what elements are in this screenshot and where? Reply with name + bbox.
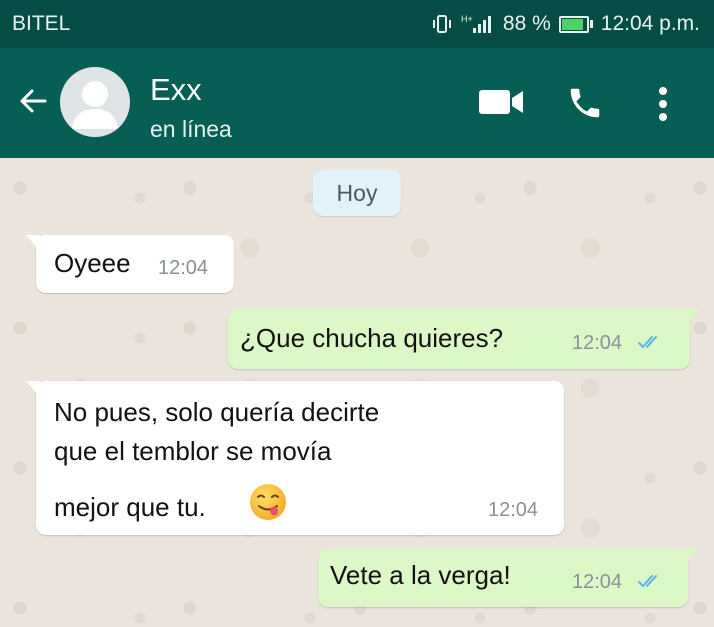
voice-call-button[interactable] bbox=[564, 82, 606, 124]
bubble-tail bbox=[684, 549, 698, 565]
message-text: Vete a la verga! bbox=[330, 560, 511, 590]
message-time: 12:04 bbox=[488, 499, 539, 521]
message-bubble-incoming[interactable]: Oyeee 12:04 bbox=[26, 235, 234, 293]
chat-header: Exx en línea bbox=[0, 48, 714, 158]
message-time: 12:04 bbox=[572, 571, 623, 593]
more-options-icon bbox=[659, 87, 667, 121]
message-text: No pues, solo quería decirte bbox=[54, 397, 380, 427]
message-bubble-incoming[interactable]: No pues, solo quería decirte que el temb… bbox=[26, 381, 564, 535]
message-time: 12:04 bbox=[572, 332, 623, 354]
status-indicators: H+ 88 % 12:04 p.m. bbox=[431, 12, 700, 36]
read-ticks-icon bbox=[638, 575, 657, 587]
video-call-button[interactable] bbox=[478, 84, 526, 120]
message-text: Oyeee bbox=[54, 248, 131, 278]
signal-icon: H+ bbox=[461, 13, 495, 35]
read-ticks-icon bbox=[638, 336, 657, 348]
back-arrow-icon[interactable] bbox=[18, 86, 48, 116]
message-bubble-outgoing[interactable]: ¿Que chucha quieres? 12:04 bbox=[228, 309, 700, 369]
more-options-button[interactable] bbox=[648, 84, 678, 124]
message-text: ¿Que chucha quieres? bbox=[240, 323, 504, 353]
message-text: mejor que tu. bbox=[54, 492, 206, 522]
contact-status: en línea bbox=[150, 116, 232, 142]
bubble-tail bbox=[26, 381, 40, 397]
savoring-face-emoji-icon bbox=[250, 484, 286, 520]
battery-icon bbox=[558, 15, 593, 33]
conversation[interactable]: Hoy Oyeee 12:04 ¿Que chucha quieres? 12:… bbox=[0, 158, 714, 627]
phone-call-icon bbox=[570, 88, 600, 118]
carrier-name: BITEL bbox=[12, 12, 71, 35]
date-divider: Hoy bbox=[313, 170, 401, 216]
battery-level bbox=[561, 18, 583, 30]
vibrate-icon bbox=[431, 13, 453, 35]
avatar-placeholder-icon bbox=[72, 81, 118, 129]
status-bar: BITEL H+ 88 % 12:04 p.m. bbox=[0, 0, 714, 48]
avatar[interactable] bbox=[60, 67, 130, 137]
battery-percent: 88 % bbox=[502, 12, 551, 35]
contact-name[interactable]: Exx bbox=[150, 72, 202, 108]
message-bubble-outgoing[interactable]: Vete a la verga! 12:04 bbox=[318, 549, 698, 607]
message-text: que el temblor se movía bbox=[54, 436, 332, 466]
bubble-tail bbox=[26, 235, 40, 251]
message-time: 12:04 bbox=[158, 257, 209, 279]
clock: 12:04 p.m. bbox=[600, 12, 700, 35]
video-call-icon bbox=[479, 90, 523, 114]
bubble-tail bbox=[686, 309, 700, 325]
network-type: H+ bbox=[461, 14, 473, 24]
